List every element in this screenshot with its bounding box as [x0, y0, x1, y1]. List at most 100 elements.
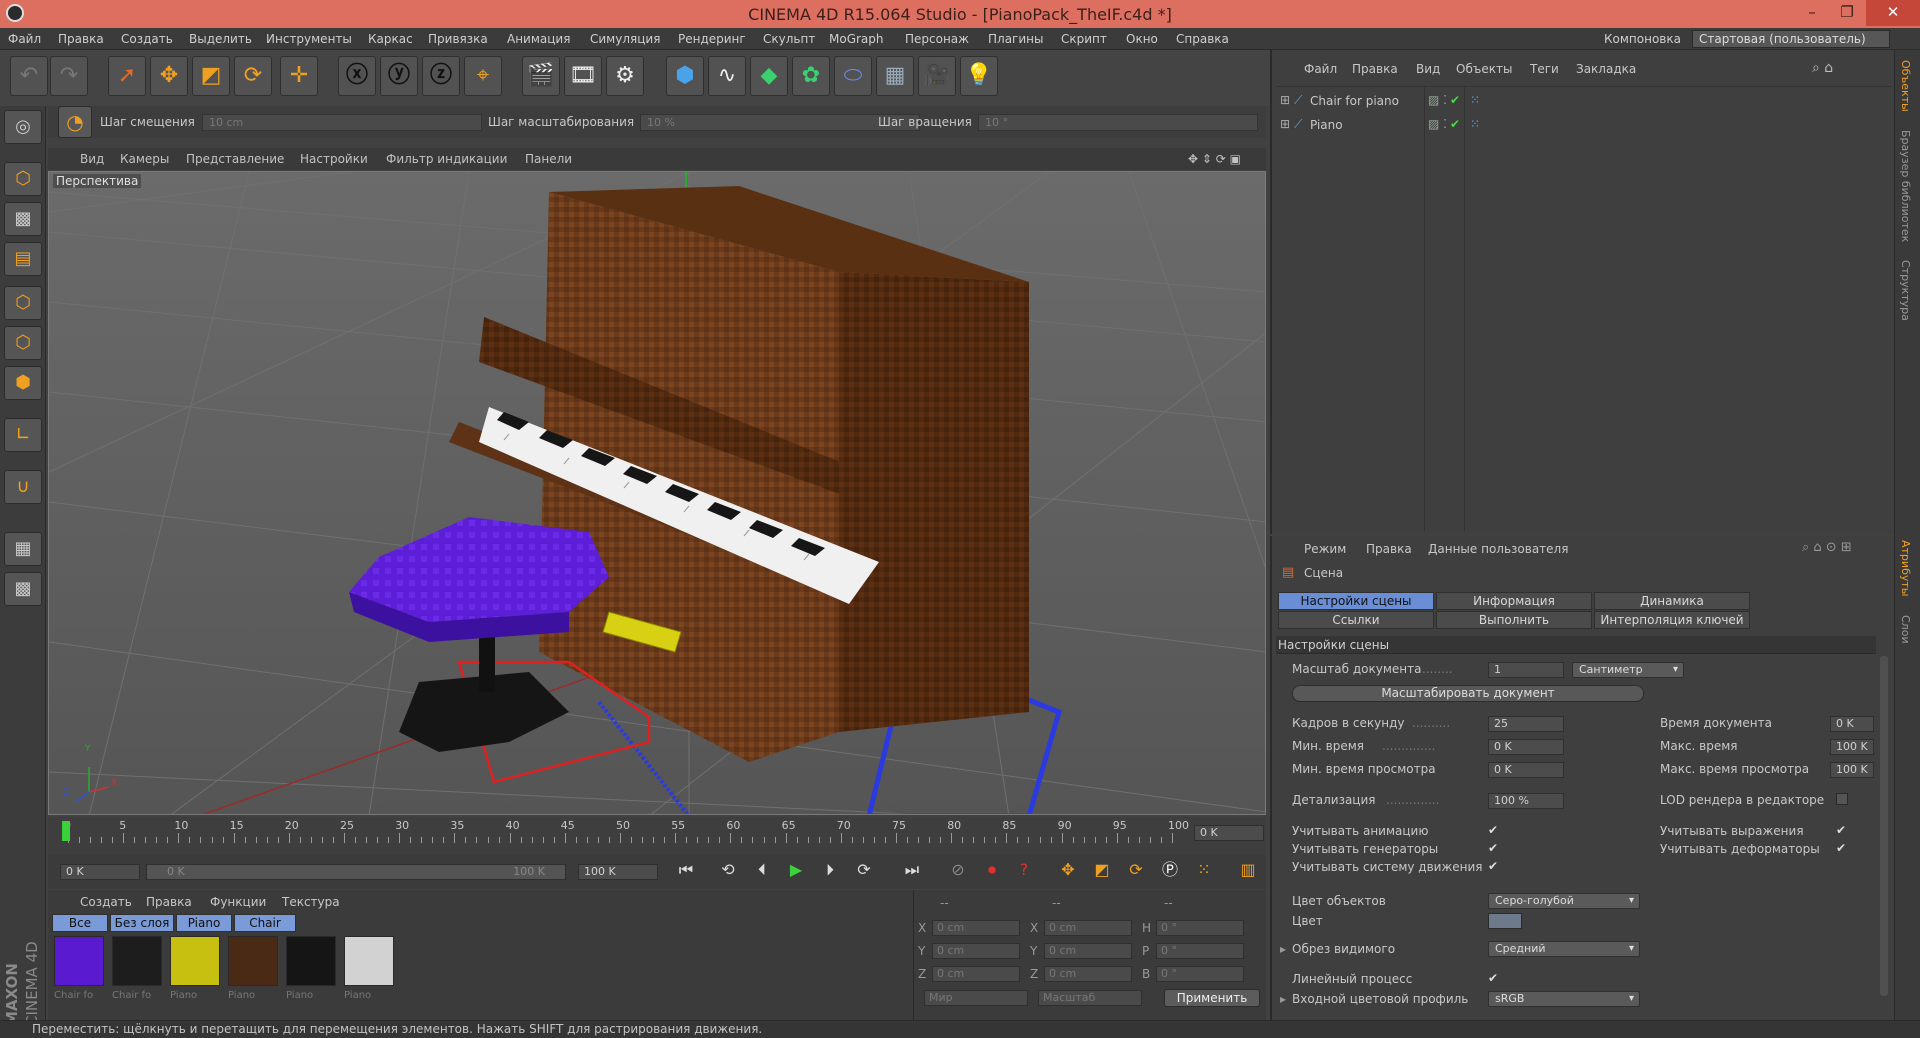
coord-field[interactable]: 0 °	[1156, 966, 1244, 982]
camera-button[interactable]: 🎥	[918, 56, 956, 96]
vp-menu-panel[interactable]: Панели	[525, 152, 572, 166]
next-key-button[interactable]: ⟳	[850, 859, 878, 883]
tool-icon[interactable]: ◔	[58, 106, 92, 138]
cube-primitive-button[interactable]: ⬢	[666, 56, 704, 96]
points-mode-button[interactable]: ⬡	[4, 286, 42, 320]
material-swatch[interactable]	[170, 936, 220, 986]
use-motion-checkbox[interactable]: ✔	[1488, 860, 1500, 872]
material-swatch[interactable]	[286, 936, 336, 986]
obj-menu-file[interactable]: Файл	[1304, 62, 1337, 76]
coord-field[interactable]: 0 cm	[932, 943, 1020, 959]
min-preview-field[interactable]: 0 K	[1488, 762, 1564, 778]
menu-animate[interactable]: Анимация	[507, 32, 570, 46]
next-frame-button[interactable]: ⏵	[816, 859, 844, 883]
menu-snap[interactable]: Привязка	[428, 32, 488, 46]
use-generators-checkbox[interactable]: ✔	[1488, 842, 1500, 854]
material-swatch[interactable]	[344, 936, 394, 986]
enabled-check-icon[interactable]: ✔	[1450, 117, 1460, 131]
mat-menu-function[interactable]: Функции	[210, 895, 266, 909]
menu-render[interactable]: Рендеринг	[678, 32, 746, 46]
attr-nav-icons[interactable]: ⌕ ⌂ ⊙ ⊞	[1802, 540, 1852, 555]
move-tool[interactable]: ✥	[150, 56, 188, 96]
range-slider[interactable]: 0 K 100 K	[146, 864, 566, 880]
maximize-button[interactable]: ❐	[1830, 0, 1864, 26]
color-swatch[interactable]	[1488, 913, 1522, 929]
tab-references[interactable]: Ссылки	[1278, 611, 1434, 629]
model-mode-button[interactable]: ⬡	[4, 162, 42, 196]
prev-frame-button[interactable]: ⏴	[748, 859, 776, 883]
end-frame-field[interactable]: 100 K	[578, 864, 658, 880]
use-deformers-checkbox[interactable]: ✔	[1836, 842, 1848, 854]
key-rotation-button[interactable]: ⟳	[1122, 859, 1150, 883]
vp-menu-cameras[interactable]: Камеры	[120, 152, 169, 166]
menu-help[interactable]: Справка	[1176, 32, 1229, 46]
cloner-button[interactable]: ✿	[792, 56, 830, 96]
menu-character[interactable]: Персонаж	[905, 32, 969, 46]
workplane-mode-button[interactable]: ▤	[4, 242, 42, 276]
timeline-window-button[interactable]: ▥	[1234, 859, 1262, 883]
scale-tool[interactable]: ◩	[192, 56, 230, 96]
doc-scale-unit-dropdown[interactable]: Сантиметр	[1572, 662, 1684, 678]
coord-field[interactable]: 0 cm	[932, 966, 1020, 982]
visibility-dots-icon[interactable]: ▨ ⁚	[1428, 117, 1447, 131]
key-scale-button[interactable]: ◩	[1088, 859, 1116, 883]
playhead[interactable]	[62, 821, 70, 841]
deformer-button[interactable]: ⬭	[834, 56, 872, 96]
axis-mode-button[interactable]: ∟	[4, 418, 42, 452]
prev-key-button[interactable]: ⟲	[714, 859, 742, 883]
x-axis-lock[interactable]: ⓧ	[338, 56, 376, 96]
soft-selection-button[interactable]: ▩	[4, 572, 42, 606]
sidetab-attributes[interactable]: Атрибуты	[1899, 540, 1912, 596]
visibility-dots-icon[interactable]: ▨ ⁚	[1428, 93, 1447, 107]
texture-mode-button[interactable]: ▩	[4, 202, 42, 236]
obj-menu-tags[interactable]: Теги	[1530, 62, 1559, 76]
go-to-start-button[interactable]: ⏮	[672, 859, 700, 883]
edges-mode-button[interactable]: ⬡	[4, 326, 42, 360]
menu-mograph[interactable]: MoGraph	[829, 32, 884, 46]
material-swatch[interactable]	[228, 936, 278, 986]
min-time-field[interactable]: 0 K	[1488, 739, 1564, 755]
menu-select[interactable]: Выделить	[189, 32, 252, 46]
coord-scale-dropdown[interactable]: Масштаб	[1038, 990, 1142, 1006]
transform-tool[interactable]: ✛	[280, 56, 318, 96]
layout-dropdown[interactable]: Стартовая (пользователь)	[1692, 30, 1890, 48]
play-button[interactable]: ▶	[782, 859, 810, 883]
perspective-viewport[interactable]: Перспектива Y X Z	[48, 171, 1266, 815]
vp-menu-view[interactable]: Вид	[80, 152, 104, 166]
make-editable-button[interactable]: ◎	[4, 110, 42, 144]
menu-mesh[interactable]: Каркас	[368, 32, 413, 46]
mat-tab-all[interactable]: Все	[52, 914, 108, 932]
render-settings-button[interactable]: ⚙	[606, 56, 644, 96]
material-swatch[interactable]	[54, 936, 104, 986]
lod-checkbox[interactable]	[1836, 793, 1848, 805]
linear-workflow-checkbox[interactable]: ✔	[1488, 972, 1500, 984]
obj-menu-view[interactable]: Вид	[1416, 62, 1440, 76]
attr-menu-mode[interactable]: Режим	[1304, 542, 1346, 556]
tab-info[interactable]: Информация	[1436, 592, 1592, 610]
coord-field[interactable]: 0 cm	[1044, 966, 1132, 982]
z-axis-lock[interactable]: ⓩ	[422, 56, 460, 96]
use-animation-checkbox[interactable]: ✔	[1488, 824, 1500, 836]
render-picture-viewer-button[interactable]: 🎞	[564, 56, 602, 96]
undo-button[interactable]: ↶	[10, 56, 48, 96]
coord-field[interactable]: 0 cm	[1044, 920, 1132, 936]
sidetab-layers[interactable]: Слои	[1899, 615, 1912, 644]
enabled-check-icon[interactable]: ✔	[1450, 93, 1460, 107]
material-swatch[interactable]	[112, 936, 162, 986]
coord-field[interactable]: 0 °	[1156, 943, 1244, 959]
coord-world-dropdown[interactable]: Мир	[924, 990, 1028, 1006]
tab-dynamics[interactable]: Динамика	[1594, 592, 1750, 610]
coord-field[interactable]: 0 cm	[1044, 943, 1132, 959]
coordinate-system-button[interactable]: ⌖	[464, 56, 502, 96]
go-to-end-button[interactable]: ⏭	[898, 859, 926, 883]
record-keys-button[interactable]: ⊘	[944, 859, 972, 883]
attr-scrollbar[interactable]	[1880, 656, 1888, 996]
tab-scene-settings[interactable]: Настройки сцены	[1278, 592, 1434, 610]
mat-tab-piano[interactable]: Piano	[176, 914, 232, 932]
start-frame-field[interactable]: 0 K	[60, 864, 140, 880]
attr-menu-edit[interactable]: Правка	[1366, 542, 1412, 556]
obj-search-icon[interactable]: ⌕ ⌂	[1812, 60, 1833, 76]
object-row-piano[interactable]: ⊞ ⟋ Piano ▨ ⁚ ✔ ⁙	[1280, 117, 1880, 135]
menu-simulate[interactable]: Симуляция	[590, 32, 660, 46]
coord-field[interactable]: 0 cm	[932, 920, 1020, 936]
